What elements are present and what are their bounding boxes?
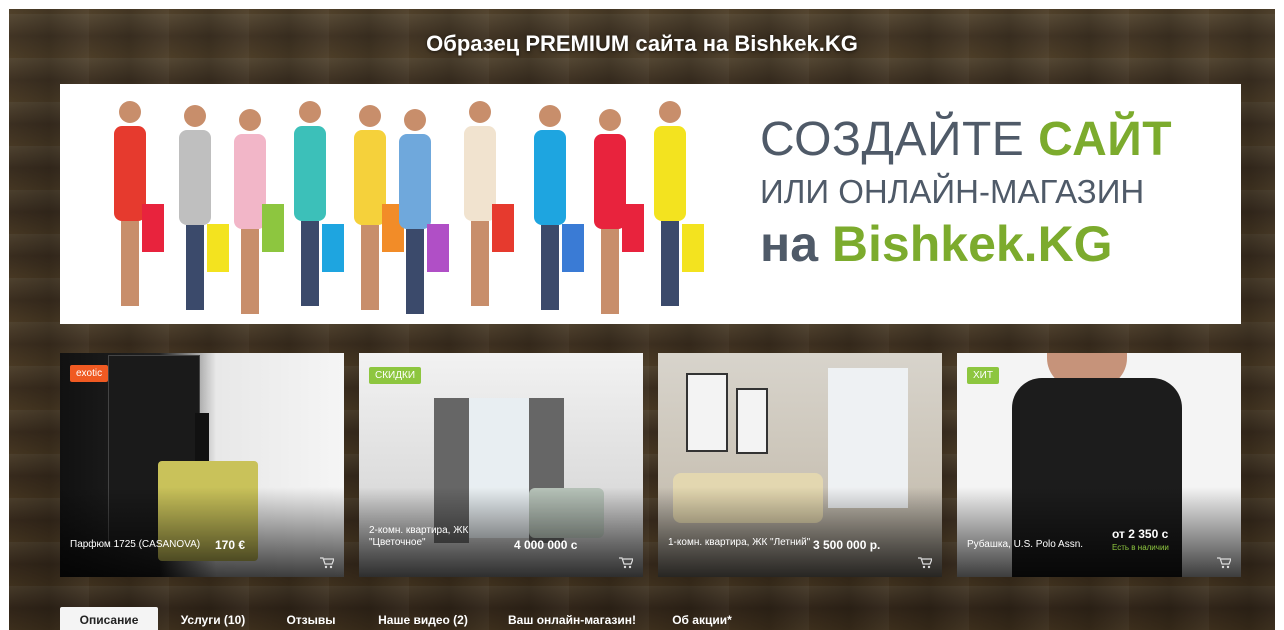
slogan-line-1: СОЗДАЙТЕ САЙТ: [760, 112, 1230, 167]
tab-video[interactable]: Наше видео (2): [354, 607, 492, 630]
shopper-body: [294, 126, 326, 221]
shopping-bag: [142, 204, 164, 252]
product-name[interactable]: 2-комн. квартира, ЖК "Цветочное": [369, 525, 519, 549]
shopper-legs: [186, 225, 204, 310]
shopper-legs: [406, 229, 424, 314]
shopper-head: [184, 105, 206, 127]
shopper-head: [404, 109, 426, 131]
shopping-bag: [207, 224, 229, 272]
shopping-bag: [427, 224, 449, 272]
shopper-head: [119, 101, 141, 123]
shopper-legs: [361, 225, 379, 310]
tab-services[interactable]: Услуги (10): [158, 607, 268, 630]
product-price: от 2 350 с: [1112, 527, 1169, 541]
shopper-legs: [121, 221, 139, 306]
shopper-body: [234, 134, 266, 229]
product-card-apartment-1room[interactable]: 1-комн. квартира, ЖК "Летний" 3 500 000 …: [658, 353, 942, 577]
slogan-site: САЙТ: [1038, 113, 1173, 166]
shopper-head: [359, 105, 381, 127]
cart-icon[interactable]: [918, 557, 932, 569]
shopper-body: [654, 126, 686, 221]
tab-promo[interactable]: Об акции*: [652, 607, 752, 630]
product-tag: exotic: [70, 365, 109, 382]
shopper-body: [114, 126, 146, 221]
shopper-legs: [471, 221, 489, 306]
product-tag: СКИДКИ: [369, 367, 422, 384]
product-card-shirt[interactable]: ХИТ Рубашка, U.S. Polo Assn. от 2 350 с …: [957, 353, 1241, 577]
cart-icon[interactable]: [320, 557, 334, 569]
product-name[interactable]: Рубашка, U.S. Polo Assn.: [967, 539, 1117, 551]
shopping-bag: [322, 224, 344, 272]
slogan-domain: Bishkek.KG: [831, 216, 1113, 272]
shopper-legs: [241, 229, 259, 314]
shopper-head: [469, 101, 491, 123]
tab-reviews[interactable]: Отзывы: [268, 607, 354, 630]
banner-slogan: СОЗДАЙТЕ САЙТ ИЛИ ОНЛАЙН-МАГАЗИН на Bish…: [760, 112, 1230, 273]
page-title: Образец PREMIUM сайта на Bishkek.KG: [426, 31, 858, 56]
tab-online-shop[interactable]: Ваш онлайн-магазин!: [492, 607, 652, 630]
product-card-apartment-2room[interactable]: СКИДКИ 2-комн. квартира, ЖК "Цветочное" …: [359, 353, 643, 577]
card-shade: [957, 487, 1241, 577]
product-tag: ХИТ: [967, 367, 999, 384]
shopper-body: [464, 126, 496, 221]
product-price: 3 500 000 р.: [813, 538, 881, 552]
page-frame: Образец PREMIUM сайта на Bishkek.KG СОЗД…: [9, 9, 1275, 630]
stock-status: Есть в наличии: [1112, 543, 1169, 552]
shopping-bag: [562, 224, 584, 272]
shopping-bag: [682, 224, 704, 272]
shopping-bag: [492, 204, 514, 252]
shopper-legs: [601, 229, 619, 314]
product-price: 4 000 000 с: [514, 538, 578, 552]
card-shade: [60, 487, 344, 577]
shopper-body: [534, 130, 566, 225]
shopper-legs: [661, 221, 679, 306]
shopper-body: [179, 130, 211, 225]
shopper-body: [354, 130, 386, 225]
shopper-body: [594, 134, 626, 229]
slogan-line-3: на Bishkek.KG: [760, 215, 1230, 273]
product-price: 170 €: [215, 538, 246, 552]
tab-description[interactable]: Описание: [60, 607, 158, 630]
slogan-create: СОЗДАЙТЕ: [760, 113, 1039, 166]
product-name[interactable]: Парфюм 1725 (CASANOVA): [70, 539, 220, 551]
shopper-head: [659, 101, 681, 123]
cart-icon[interactable]: [1217, 557, 1231, 569]
product-name[interactable]: 1-комн. квартира, ЖК "Летний": [668, 537, 818, 549]
shopper-legs: [301, 221, 319, 306]
shopper-head: [299, 101, 321, 123]
shopper-head: [539, 105, 561, 127]
slogan-on: на: [760, 216, 832, 272]
product-card-perfume[interactable]: exotic Парфюм 1725 (CASANOVA) 170 €: [60, 353, 344, 577]
slogan-line-2: ИЛИ ОНЛАЙН-МАГАЗИН: [760, 173, 1145, 210]
promo-banner[interactable]: СОЗДАЙТЕ САЙТ ИЛИ ОНЛАЙН-МАГАЗИН на Bish…: [60, 84, 1241, 324]
cart-icon[interactable]: [619, 557, 633, 569]
shopping-bag: [262, 204, 284, 252]
shoppers-illustration: [114, 101, 704, 314]
shopper-head: [239, 109, 261, 131]
shopper-body: [399, 134, 431, 229]
shopper-head: [599, 109, 621, 131]
shopping-bag: [622, 204, 644, 252]
section-tabs: Описание Услуги (10) Отзывы Наше видео (…: [60, 607, 1241, 630]
shopper-legs: [541, 225, 559, 310]
card-shade: [658, 487, 942, 577]
